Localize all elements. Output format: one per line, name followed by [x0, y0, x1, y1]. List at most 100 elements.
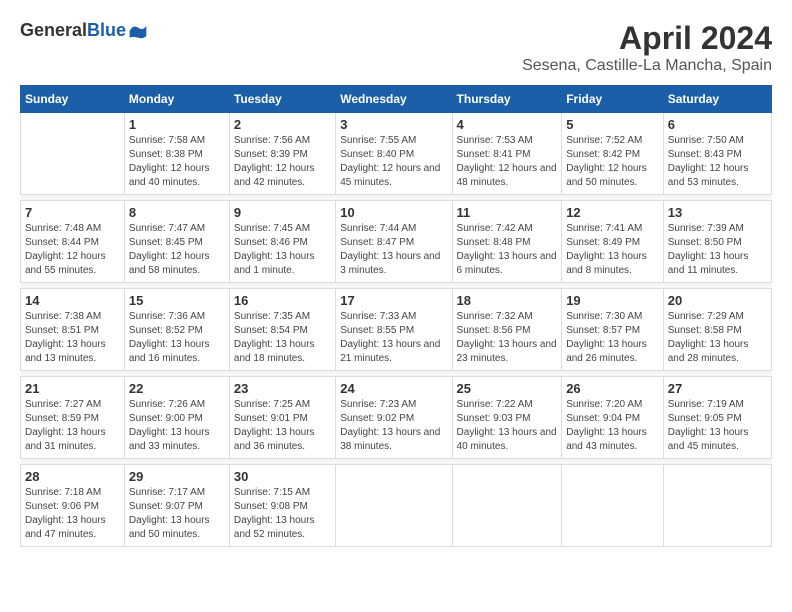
day-detail: Sunrise: 7:42 AMSunset: 8:48 PMDaylight:…: [457, 223, 557, 276]
calendar-cell: 21 Sunrise: 7:27 AMSunset: 8:59 PMDayligh…: [21, 377, 125, 459]
calendar-cell: 12 Sunrise: 7:41 AMSunset: 8:49 PMDayligh…: [562, 201, 664, 283]
day-number: 8: [129, 205, 225, 220]
day-detail: Sunrise: 7:33 AMSunset: 8:55 PMDaylight:…: [340, 311, 440, 364]
day-detail: Sunrise: 7:23 AMSunset: 9:02 PMDaylight:…: [340, 399, 440, 452]
day-number: 13: [668, 205, 767, 220]
main-title: April 2024: [522, 20, 772, 57]
day-detail: Sunrise: 7:47 AMSunset: 8:45 PMDaylight:…: [129, 223, 210, 276]
calendar-cell: 18 Sunrise: 7:32 AMSunset: 8:56 PMDayligh…: [452, 289, 562, 371]
day-number: 25: [457, 381, 558, 396]
day-detail: Sunrise: 7:38 AMSunset: 8:51 PMDaylight:…: [25, 311, 106, 364]
calendar-cell: 3 Sunrise: 7:55 AMSunset: 8:40 PMDaylight…: [336, 113, 452, 195]
calendar-cell: 6Sunrise: 7:50 AMSunset: 8:43 PMDaylight…: [663, 113, 771, 195]
title-area: April 2024 Sesena, Castille-La Mancha, S…: [522, 20, 772, 75]
calendar-cell: 5 Sunrise: 7:52 AMSunset: 8:42 PMDaylight…: [562, 113, 664, 195]
day-detail: Sunrise: 7:41 AMSunset: 8:49 PMDaylight:…: [566, 223, 647, 276]
logo-icon: [128, 21, 148, 41]
day-detail: Sunrise: 7:32 AMSunset: 8:56 PMDaylight:…: [457, 311, 557, 364]
day-number: 7: [25, 205, 120, 220]
week-row-3: 14 Sunrise: 7:38 AMSunset: 8:51 PMDayligh…: [21, 289, 772, 371]
day-detail: Sunrise: 7:48 AMSunset: 8:44 PMDaylight:…: [25, 223, 106, 276]
calendar-cell: [562, 465, 664, 547]
day-detail: Sunrise: 7:22 AMSunset: 9:03 PMDaylight:…: [457, 399, 557, 452]
day-detail: Sunrise: 7:36 AMSunset: 8:52 PMDaylight:…: [129, 311, 210, 364]
week-row-5: 28 Sunrise: 7:18 AMSunset: 9:06 PMDayligh…: [21, 465, 772, 547]
calendar-cell: 14 Sunrise: 7:38 AMSunset: 8:51 PMDayligh…: [21, 289, 125, 371]
day-detail: Sunrise: 7:58 AMSunset: 8:38 PMDaylight:…: [129, 135, 210, 188]
calendar-cell: 11 Sunrise: 7:42 AMSunset: 8:48 PMDayligh…: [452, 201, 562, 283]
logo-general: GeneralBlue: [20, 20, 126, 41]
logo: GeneralBlue: [20, 20, 148, 41]
day-detail: Sunrise: 7:56 AMSunset: 8:39 PMDaylight:…: [234, 135, 315, 188]
calendar-cell: 17 Sunrise: 7:33 AMSunset: 8:55 PMDayligh…: [336, 289, 452, 371]
day-detail: Sunrise: 7:45 AMSunset: 8:46 PMDaylight:…: [234, 223, 315, 276]
calendar-cell: [21, 113, 125, 195]
day-number: 10: [340, 205, 447, 220]
day-detail: Sunrise: 7:55 AMSunset: 8:40 PMDaylight:…: [340, 135, 440, 188]
day-number: 17: [340, 293, 447, 308]
day-number: 21: [25, 381, 120, 396]
calendar-cell: 10 Sunrise: 7:44 AMSunset: 8:47 PMDayligh…: [336, 201, 452, 283]
week-row-2: 7 Sunrise: 7:48 AMSunset: 8:44 PMDaylight…: [21, 201, 772, 283]
day-detail: Sunrise: 7:44 AMSunset: 8:47 PMDaylight:…: [340, 223, 440, 276]
day-detail: Sunrise: 7:17 AMSunset: 9:07 PMDaylight:…: [129, 487, 210, 540]
calendar-cell: [452, 465, 562, 547]
day-number: 26: [566, 381, 659, 396]
day-number: 28: [25, 469, 120, 484]
week-row-1: 1 Sunrise: 7:58 AMSunset: 8:38 PMDaylight…: [21, 113, 772, 195]
calendar-cell: 22 Sunrise: 7:26 AMSunset: 9:00 PMDayligh…: [124, 377, 229, 459]
calendar-cell: 1 Sunrise: 7:58 AMSunset: 8:38 PMDaylight…: [124, 113, 229, 195]
day-number: 5: [566, 117, 659, 132]
day-number: 27: [668, 381, 767, 396]
day-detail: Sunrise: 7:27 AMSunset: 8:59 PMDaylight:…: [25, 399, 106, 452]
calendar-cell: 7 Sunrise: 7:48 AMSunset: 8:44 PMDaylight…: [21, 201, 125, 283]
day-number: 22: [129, 381, 225, 396]
day-detail: Sunrise: 7:18 AMSunset: 9:06 PMDaylight:…: [25, 487, 106, 540]
calendar-cell: 28 Sunrise: 7:18 AMSunset: 9:06 PMDayligh…: [21, 465, 125, 547]
calendar-cell: 2 Sunrise: 7:56 AMSunset: 8:39 PMDaylight…: [229, 113, 335, 195]
calendar-cell: 20 Sunrise: 7:29 AMSunset: 8:58 PMDayligh…: [663, 289, 771, 371]
day-number: 23: [234, 381, 331, 396]
calendar-cell: 29Sunrise: 7:17 AMSunset: 9:07 PMDayligh…: [124, 465, 229, 547]
calendar-cell: 27 Sunrise: 7:19 AMSunset: 9:05 PMDayligh…: [663, 377, 771, 459]
day-number: 4: [457, 117, 558, 132]
day-detail: Sunrise: 7:25 AMSunset: 9:01 PMDaylight:…: [234, 399, 315, 452]
day-number: 14: [25, 293, 120, 308]
calendar-cell: 8 Sunrise: 7:47 AMSunset: 8:45 PMDaylight…: [124, 201, 229, 283]
calendar-cell: [663, 465, 771, 547]
header-tuesday: Tuesday: [229, 86, 335, 113]
day-detail: Sunrise: 7:39 AMSunset: 8:50 PMDaylight:…: [668, 223, 749, 276]
day-detail: Sunrise: 7:52 AMSunset: 8:42 PMDaylight:…: [566, 135, 647, 188]
day-number: 12: [566, 205, 659, 220]
header-sunday: Sunday: [21, 86, 125, 113]
page-header: GeneralBlue April 2024 Sesena, Castille-…: [20, 20, 772, 75]
calendar-cell: [336, 465, 452, 547]
calendar-cell: 19Sunrise: 7:30 AMSunset: 8:57 PMDayligh…: [562, 289, 664, 371]
calendar-cell: 9 Sunrise: 7:45 AMSunset: 8:46 PMDaylight…: [229, 201, 335, 283]
day-number: 18: [457, 293, 558, 308]
calendar-cell: 26Sunrise: 7:20 AMSunset: 9:04 PMDayligh…: [562, 377, 664, 459]
day-number: 3: [340, 117, 447, 132]
day-detail: Sunrise: 7:15 AMSunset: 9:08 PMDaylight:…: [234, 487, 315, 540]
calendar-cell: 15 Sunrise: 7:36 AMSunset: 8:52 PMDayligh…: [124, 289, 229, 371]
day-number: 16: [234, 293, 331, 308]
day-number: 30: [234, 469, 331, 484]
day-number: 15: [129, 293, 225, 308]
calendar-cell: 13 Sunrise: 7:39 AMSunset: 8:50 PMDayligh…: [663, 201, 771, 283]
day-detail: Sunrise: 7:19 AMSunset: 9:05 PMDaylight:…: [668, 399, 749, 452]
day-detail: Sunrise: 7:29 AMSunset: 8:58 PMDaylight:…: [668, 311, 749, 364]
day-number: 9: [234, 205, 331, 220]
day-detail: Sunrise: 7:53 AMSunset: 8:41 PMDaylight:…: [457, 135, 557, 188]
day-number: 11: [457, 205, 558, 220]
header-friday: Friday: [562, 86, 664, 113]
day-number: 2: [234, 117, 331, 132]
header-wednesday: Wednesday: [336, 86, 452, 113]
calendar-table: SundayMondayTuesdayWednesdayThursdayFrid…: [20, 85, 772, 547]
week-row-4: 21 Sunrise: 7:27 AMSunset: 8:59 PMDayligh…: [21, 377, 772, 459]
day-number: 20: [668, 293, 767, 308]
calendar-cell: 25 Sunrise: 7:22 AMSunset: 9:03 PMDayligh…: [452, 377, 562, 459]
calendar-cell: 16Sunrise: 7:35 AMSunset: 8:54 PMDayligh…: [229, 289, 335, 371]
day-detail: Sunrise: 7:26 AMSunset: 9:00 PMDaylight:…: [129, 399, 210, 452]
day-number: 1: [129, 117, 225, 132]
header-row: SundayMondayTuesdayWednesdayThursdayFrid…: [21, 86, 772, 113]
